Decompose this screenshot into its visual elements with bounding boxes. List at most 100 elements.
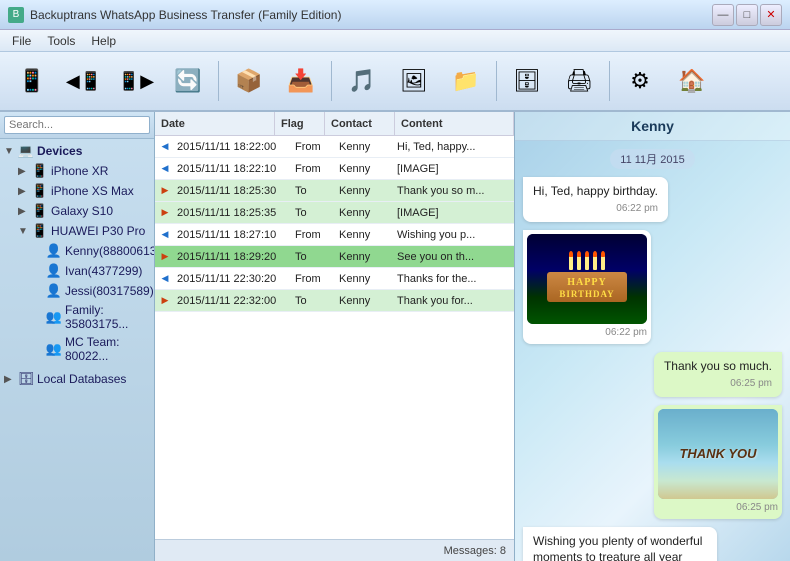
msg-content: Thanks for the...	[393, 273, 514, 285]
message-row[interactable]: ◀2015/11/11 18:22:10FromKenny[IMAGE]	[155, 158, 514, 180]
msg-flag: From	[291, 229, 335, 241]
msg-date: 2015/11/11 18:29:20	[173, 251, 291, 263]
folder-button[interactable]: 📁	[442, 57, 490, 105]
sidebar-item-local-db[interactable]: ▶ 🗄 Local Databases	[0, 369, 154, 389]
search-bar	[0, 112, 154, 139]
expand-galaxy-icon: ▶	[18, 206, 32, 217]
message-row[interactable]: ▶2015/11/11 22:32:00ToKennyThank you for…	[155, 290, 514, 312]
family-label: Family: 35803175...	[65, 303, 150, 331]
message-status: Messages: 8	[155, 539, 514, 561]
col-header-content[interactable]: Content	[395, 112, 514, 135]
send-icon: ▶	[157, 294, 173, 308]
kenny-icon: 👤	[46, 243, 62, 259]
message-row[interactable]: ◀2015/11/11 22:30:20FromKennyThanks for …	[155, 268, 514, 290]
sidebar-item-mc-team[interactable]: 👥 MC Team: 80022...	[0, 333, 154, 365]
message-row[interactable]: ◀2015/11/11 18:27:10FromKennyWishing you…	[155, 224, 514, 246]
chat-image-bubble: HAPPY BIRTHDAY 06:22 pm	[523, 230, 651, 344]
expand-huawei-icon: ▼	[18, 226, 32, 237]
mcteam-label: MC Team: 80022...	[65, 335, 150, 363]
sidebar-item-huawei-p30[interactable]: ▼ 📱 HUAWEI P30 Pro	[0, 221, 154, 241]
message-list-panel: Date Flag Contact Content ◀2015/11/11 18…	[155, 112, 515, 561]
col-header-flag[interactable]: Flag	[275, 112, 325, 135]
ivan-label: Ivan(4377299)	[65, 264, 142, 278]
msg-content: [IMAGE]	[393, 207, 514, 219]
music-button[interactable]: 🎵	[338, 57, 386, 105]
msg-contact: Kenny	[335, 295, 393, 307]
bubble-time: 06:22 pm	[533, 202, 658, 216]
maximize-button[interactable]: □	[736, 4, 758, 26]
kenny-label: Kenny(88800613)	[65, 244, 154, 258]
message-row[interactable]: ▶2015/11/11 18:29:20ToKennySee you on th…	[155, 246, 514, 268]
bubble-time: 06:22 pm	[527, 326, 647, 340]
send-icon: ▶	[157, 184, 173, 198]
message-row[interactable]: ▶2015/11/11 18:25:30ToKennyThank you so …	[155, 180, 514, 202]
sidebar-item-iphone-xr[interactable]: ▶ 📱 iPhone XR	[0, 161, 154, 181]
msg-content: Hi, Ted, happy...	[393, 141, 514, 153]
col-header-date[interactable]: Date	[155, 112, 275, 135]
msg-date: 2015/11/11 18:25:35	[173, 207, 291, 219]
backup-phone-button[interactable]: 📱	[8, 57, 56, 105]
msg-date: 2015/11/11 18:25:30	[173, 185, 291, 197]
transfer-right-button[interactable]: 📱▶	[112, 57, 160, 105]
msg-contact: Kenny	[335, 251, 393, 263]
import-button[interactable]: 📥	[277, 57, 325, 105]
msg-contact: Kenny	[335, 163, 393, 175]
msg-flag: To	[291, 207, 335, 219]
bubble-text: Wishing you plenty of wonderful moments …	[533, 533, 707, 561]
export-button[interactable]: 📦	[225, 57, 273, 105]
message-count: Messages: 8	[444, 545, 506, 557]
app-icon: B	[8, 7, 24, 23]
msg-content: See you on th...	[393, 251, 514, 263]
msg-contact: Kenny	[335, 207, 393, 219]
message-row[interactable]: ◀2015/11/11 18:22:00FromKennyHi, Ted, ha…	[155, 136, 514, 158]
database-button[interactable]: 🗄	[503, 57, 551, 105]
msg-content: Wishing you p...	[393, 229, 514, 241]
sidebar-item-kenny[interactable]: 👤 Kenny(88800613)	[0, 241, 154, 261]
localdb-label: Local Databases	[37, 372, 126, 386]
minimize-button[interactable]: —	[712, 4, 734, 26]
chat-date-divider: 11 11月 2015	[610, 149, 694, 169]
settings-button[interactable]: ⚙	[616, 57, 664, 105]
photos-button[interactable]: 🖼	[390, 57, 438, 105]
sidebar-item-jessi[interactable]: 👤 Jessi(80317589)	[0, 281, 154, 301]
expand-devices-icon: ▼	[4, 146, 18, 157]
send-icon: ▶	[157, 250, 173, 264]
chat-text-bubble: Wishing you plenty of wonderful moments …	[523, 527, 717, 561]
sidebar-item-galaxy-s10[interactable]: ▶ 📱 Galaxy S10	[0, 201, 154, 221]
sidebar-item-family[interactable]: 👥 Family: 35803175...	[0, 301, 154, 333]
main-layout: ▼ 💻 Devices ▶ 📱 iPhone XR ▶ 📱 iPhone XS …	[0, 112, 790, 561]
devices-icon: 💻	[18, 143, 34, 159]
msg-flag: From	[291, 273, 335, 285]
sidebar-item-ivan[interactable]: 👤 Ivan(4377299)	[0, 261, 154, 281]
message-row[interactable]: ▶2015/11/11 18:25:35ToKenny[IMAGE]	[155, 202, 514, 224]
toolbar-separator-4	[609, 61, 610, 101]
toolbar-separator-1	[218, 61, 219, 101]
recv-icon: ◀	[157, 140, 173, 154]
galaxy-label: Galaxy S10	[51, 204, 113, 218]
chat-text-bubble: Hi, Ted, happy birthday.06:22 pm	[523, 177, 668, 222]
bubble-text: Thank you so much.	[664, 358, 772, 375]
bubble-time: 06:25 pm	[664, 377, 772, 391]
menu-help[interactable]: Help	[83, 32, 124, 50]
sidebar-item-devices[interactable]: ▼ 💻 Devices	[0, 141, 154, 161]
menu-file[interactable]: File	[4, 32, 39, 50]
transfer-left-button[interactable]: ◀📱	[60, 57, 108, 105]
print-button[interactable]: 🖨	[555, 57, 603, 105]
home-button[interactable]: 🏠	[668, 57, 716, 105]
thankyou-image: THANK YOU	[658, 409, 778, 499]
restore-button[interactable]: 🔄	[164, 57, 212, 105]
localdb-icon: 🗄	[18, 371, 34, 387]
msg-date: 2015/11/11 22:32:00	[173, 295, 291, 307]
search-input[interactable]	[4, 116, 150, 134]
msg-contact: Kenny	[335, 273, 393, 285]
close-button[interactable]: ✕	[760, 4, 782, 26]
ivan-icon: 👤	[46, 263, 62, 279]
col-header-contact[interactable]: Contact	[325, 112, 395, 135]
menu-tools[interactable]: Tools	[39, 32, 83, 50]
toolbar: 📱 ◀📱 📱▶ 🔄 📦 📥 🎵 🖼 📁 🗄 🖨 ⚙ 🏠	[0, 52, 790, 112]
chat-panel: Kenny 11 11月 2015Hi, Ted, happy birthday…	[515, 112, 790, 561]
msg-date: 2015/11/11 18:22:10	[173, 163, 291, 175]
sidebar-item-iphone-xs-max[interactable]: ▶ 📱 iPhone XS Max	[0, 181, 154, 201]
msg-date: 2015/11/11 18:22:00	[173, 141, 291, 153]
msg-flag: To	[291, 295, 335, 307]
